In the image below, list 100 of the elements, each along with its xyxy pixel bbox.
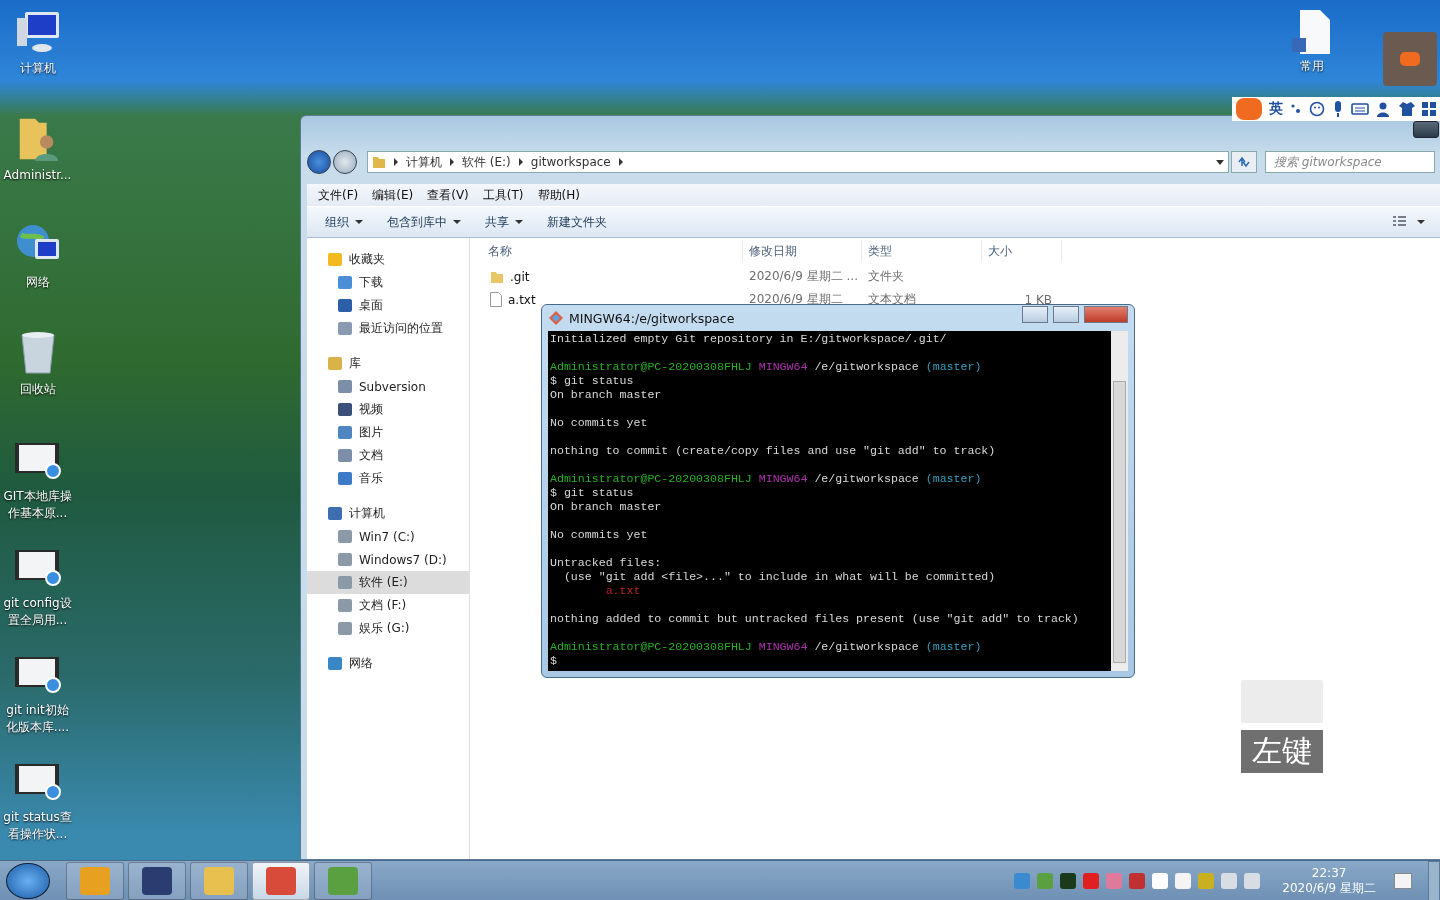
refresh-button[interactable] [1231, 151, 1257, 173]
chevron-icon[interactable] [518, 158, 523, 166]
microphone-icon[interactable] [1332, 101, 1344, 117]
nav-item[interactable]: 最近访问的位置 [307, 317, 469, 340]
window-title: MINGW64:/e/gitworkspace [569, 310, 735, 326]
nav-item[interactable]: Windows7 (D:) [307, 548, 469, 571]
shortcut-file-icon[interactable] [1292, 10, 1332, 54]
nav-item[interactable]: 娱乐 (G:) [307, 617, 469, 640]
nav-item[interactable]: 库 [307, 352, 469, 375]
back-button[interactable] [307, 150, 331, 174]
grid-icon[interactable] [1422, 102, 1436, 116]
menu-item[interactable]: 文件(F) [318, 186, 359, 204]
scrollbar[interactable] [1111, 331, 1128, 671]
column-header[interactable]: 类型 [862, 240, 982, 262]
chevron-icon[interactable] [450, 158, 454, 166]
refresh-icon [1237, 156, 1251, 168]
nav-item[interactable]: Subversion [307, 375, 469, 398]
nav-item[interactable]: 视频 [307, 398, 469, 421]
nav-item[interactable]: 文档 [307, 444, 469, 467]
desktop-icon-label[interactable]: 常用 [1276, 58, 1348, 75]
terminal-line: No commits yet [550, 528, 648, 541]
breadcrumb-item[interactable]: gitworkspace [530, 155, 611, 169]
column-header[interactable]: 修改日期 [743, 240, 862, 262]
ime-mode-toggle[interactable]: 英 [1269, 100, 1283, 118]
nav-item[interactable]: Win7 (C:) [307, 525, 469, 548]
taskbar-app-button[interactable] [128, 861, 186, 900]
taskbar-app-button[interactable] [314, 861, 372, 900]
prompt-branch: (master) [925, 360, 982, 373]
breadcrumb-item[interactable]: 计算机 [406, 153, 442, 171]
taskbar-app-button[interactable] [190, 861, 248, 900]
toolbar-button[interactable]: 包含到库中 [377, 209, 471, 235]
chevron-icon[interactable] [394, 158, 398, 166]
menu-item[interactable]: 工具(T) [482, 186, 524, 204]
toolbar-button[interactable]: 共享 [475, 209, 533, 235]
shirt-icon[interactable] [1399, 101, 1415, 117]
taskbar-app-button[interactable] [252, 861, 310, 900]
terminal-line: nothing added to commit but untracked files present (use "git add" to track) [550, 612, 1079, 625]
terminal-line: (use "git add <file>..." to include in what will be committed) [562, 570, 996, 583]
user-icon[interactable] [1376, 101, 1392, 117]
desktop-icon-label[interactable]: Administr... [1, 167, 74, 184]
nav-item[interactable]: 网络 [307, 652, 469, 675]
maximize-button[interactable] [1053, 305, 1079, 323]
minimize-button[interactable] [1022, 305, 1048, 323]
prompt-user: Administrator@PC-20200308FHLJ [550, 640, 752, 653]
diamond-logo-icon [548, 310, 564, 326]
file-name[interactable]: .git [510, 269, 530, 284]
menu-item[interactable]: 编辑(E) [372, 186, 414, 204]
desktop-icon-label[interactable]: GIT本地库操作基本原... [1, 488, 74, 522]
prompt-shell: MINGW64 [758, 640, 808, 653]
text-file-icon [490, 292, 502, 307]
desktop-icon-label[interactable]: git config设置全局用... [1, 595, 74, 629]
punctuation-icon[interactable] [1290, 102, 1302, 116]
menu-item[interactable]: 帮助(H) [537, 186, 580, 204]
start-button[interactable] [6, 862, 50, 899]
keyboard-icon[interactable] [1351, 103, 1369, 115]
folder-icon [372, 155, 386, 169]
table-cell-text: 文件夹 [867, 268, 905, 285]
nav-item[interactable]: 桌面 [307, 294, 469, 317]
forward-button[interactable] [333, 150, 357, 174]
terminal-line: No commits yet [550, 416, 648, 429]
nav-item[interactable]: 软件 (E:) [307, 571, 469, 594]
nav-item[interactable]: 收藏夹 [307, 248, 469, 271]
nav-item[interactable]: 下载 [307, 271, 469, 294]
desktop-icon-label[interactable]: git init初始化版本库.... [1, 702, 74, 736]
menu-item[interactable]: 查看(V) [427, 186, 469, 204]
nav-item[interactable]: 图片 [307, 421, 469, 444]
search-field[interactable]: 搜索 gitworkspace [1265, 151, 1435, 173]
column-header[interactable]: 大小 [982, 240, 1062, 262]
desktop-icon-label[interactable]: 网络 [1, 274, 74, 291]
close-button[interactable] [1084, 305, 1128, 323]
terminal-line: Initialized empty Git repository in E:/gitworkspace/.git/ [550, 332, 947, 345]
prompt-path: /e/gitworkspace [814, 640, 919, 653]
toolbar-button[interactable]: 新建文件夹 [537, 209, 617, 235]
toolbar-button[interactable]: 组织 [315, 209, 373, 235]
key-indicator-label: 左键 [1241, 730, 1323, 773]
desktop-icon-label[interactable]: git status查看操作状... [1, 809, 74, 843]
list-view-icon [1393, 216, 1409, 228]
table-cell-text: 2020/6/9 星期二 [748, 291, 844, 308]
breadcrumb-item[interactable]: 软件 (E:) [462, 153, 511, 171]
column-header[interactable]: 名称 [482, 240, 743, 262]
chevron-icon[interactable] [618, 158, 623, 166]
taskbar-app-button[interactable] [66, 861, 124, 900]
prompt-shell: MINGW64 [758, 472, 808, 485]
untracked-file: a.txt [604, 584, 641, 597]
address-bar[interactable]: 计算机 软件 (E:) gitworkspace [367, 151, 1229, 173]
recycle-bin-icon[interactable] [19, 329, 56, 377]
nav-item[interactable]: 文档 (F:) [307, 594, 469, 617]
prompt-user: Administrator@PC-20200308FHLJ [550, 360, 752, 373]
table-cell-text: 2020/6/9 星期二 ... [748, 268, 859, 285]
smiley-icon[interactable] [1309, 101, 1325, 117]
nav-item[interactable]: 音乐 [307, 467, 469, 490]
desktop-icon-label[interactable]: 回收站 [1, 381, 74, 398]
desktop-icon-label[interactable]: 计算机 [1, 60, 74, 77]
file-name[interactable]: a.txt [508, 292, 536, 307]
minimize-button[interactable] [1413, 121, 1439, 138]
folder-icon [490, 269, 504, 284]
nav-item[interactable]: 计算机 [307, 502, 469, 525]
table-cell: 1 KB [1024, 292, 1052, 307]
caret-icon[interactable] [1216, 159, 1224, 165]
show-desktop-button[interactable] [1428, 860, 1440, 900]
